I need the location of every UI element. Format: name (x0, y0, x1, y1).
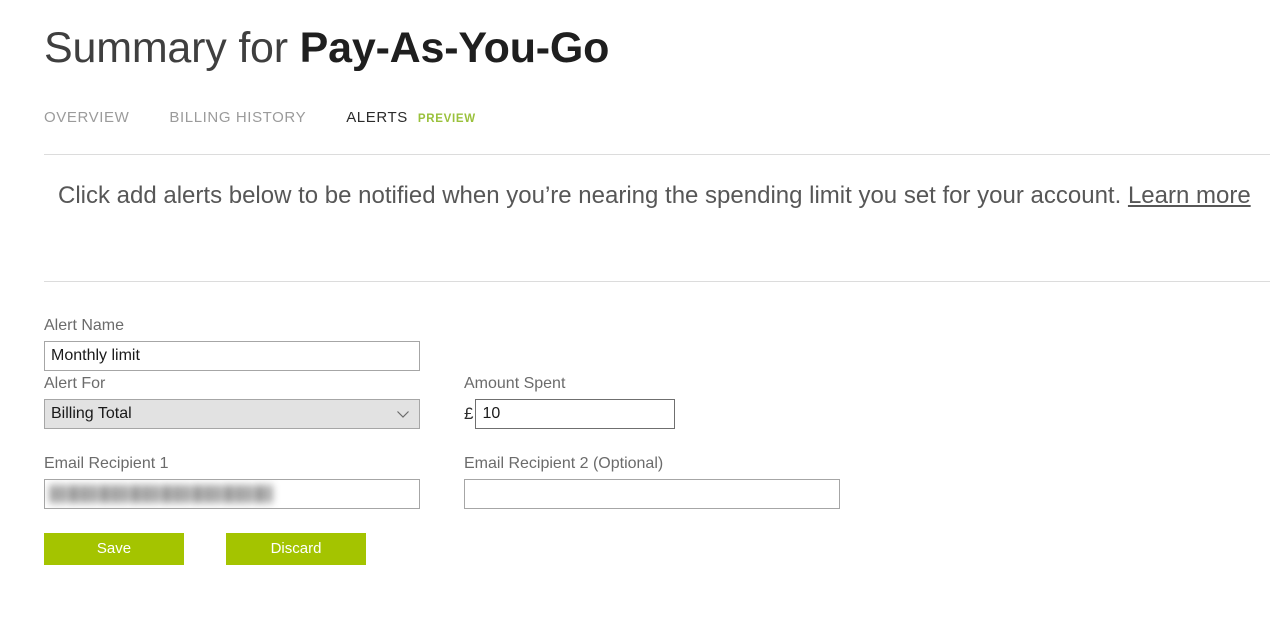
amount-spent-input-wrap: £ (464, 399, 884, 429)
alert-for-select[interactable]: Billing Total (44, 399, 420, 429)
alert-name-label: Alert Name (44, 317, 125, 334)
tab-billing-history[interactable]: BILLING HISTORY (169, 108, 306, 128)
email-recipient-2-field-group: Email Recipient 2 (Optional) (464, 453, 884, 509)
redacted-email-value (50, 485, 272, 503)
tab-alerts[interactable]: ALERTS (346, 108, 408, 128)
form-row-email-recipients: Email Recipient 1 Email Recipient 2 (Opt… (44, 453, 1244, 533)
alerts-description-text: Click add alerts below to be notified wh… (58, 182, 1128, 209)
save-button[interactable]: Save (44, 533, 184, 565)
chevron-down-icon (397, 411, 409, 418)
preview-badge: PREVIEW (417, 113, 476, 125)
alert-name-field-group: Alert Name (44, 315, 464, 371)
divider-below-tabs (44, 154, 1270, 155)
amount-spent-label: Amount Spent (464, 375, 566, 392)
alerts-page: Summary for Pay-As-You-Go OVERVIEW BILLI… (0, 0, 1280, 629)
form-row-alert-name: Alert Name (44, 315, 1244, 373)
page-title: Summary for Pay-As-You-Go (44, 22, 609, 74)
page-title-prefix: Summary for (44, 24, 300, 72)
tab-overview[interactable]: OVERVIEW (44, 108, 129, 128)
alerts-description: Click add alerts below to be notified wh… (58, 176, 1258, 216)
divider-below-description (44, 281, 1270, 282)
learn-more-link[interactable]: Learn more (1128, 182, 1251, 209)
amount-spent-field-group: Amount Spent £ (464, 373, 884, 429)
amount-spent-input[interactable] (475, 399, 676, 429)
email-recipient-2-label: Email Recipient 2 (Optional) (464, 455, 664, 472)
alert-for-selected-value: Billing Total (51, 405, 132, 422)
discard-button[interactable]: Discard (226, 533, 366, 565)
email-recipient-1-field-group: Email Recipient 1 (44, 453, 464, 509)
email-recipient-1-label: Email Recipient 1 (44, 455, 169, 472)
alert-name-input[interactable] (44, 341, 420, 371)
form-row-alert-for: Alert For Billing Total Amount Spent £ (44, 373, 1244, 453)
currency-symbol: £ (464, 404, 474, 423)
tab-bar: OVERVIEW BILLING HISTORY ALERTS PREVIEW (44, 108, 476, 129)
alert-for-label: Alert For (44, 375, 106, 392)
form-actions: Save Discard (44, 533, 1244, 567)
alert-form: Alert Name Alert For Billing Total Amoun… (44, 315, 1244, 567)
alert-for-field-group: Alert For Billing Total (44, 373, 464, 429)
page-title-subject: Pay-As-You-Go (299, 24, 610, 72)
email-recipient-1-input[interactable] (44, 479, 420, 509)
email-recipient-2-input[interactable] (464, 479, 840, 509)
